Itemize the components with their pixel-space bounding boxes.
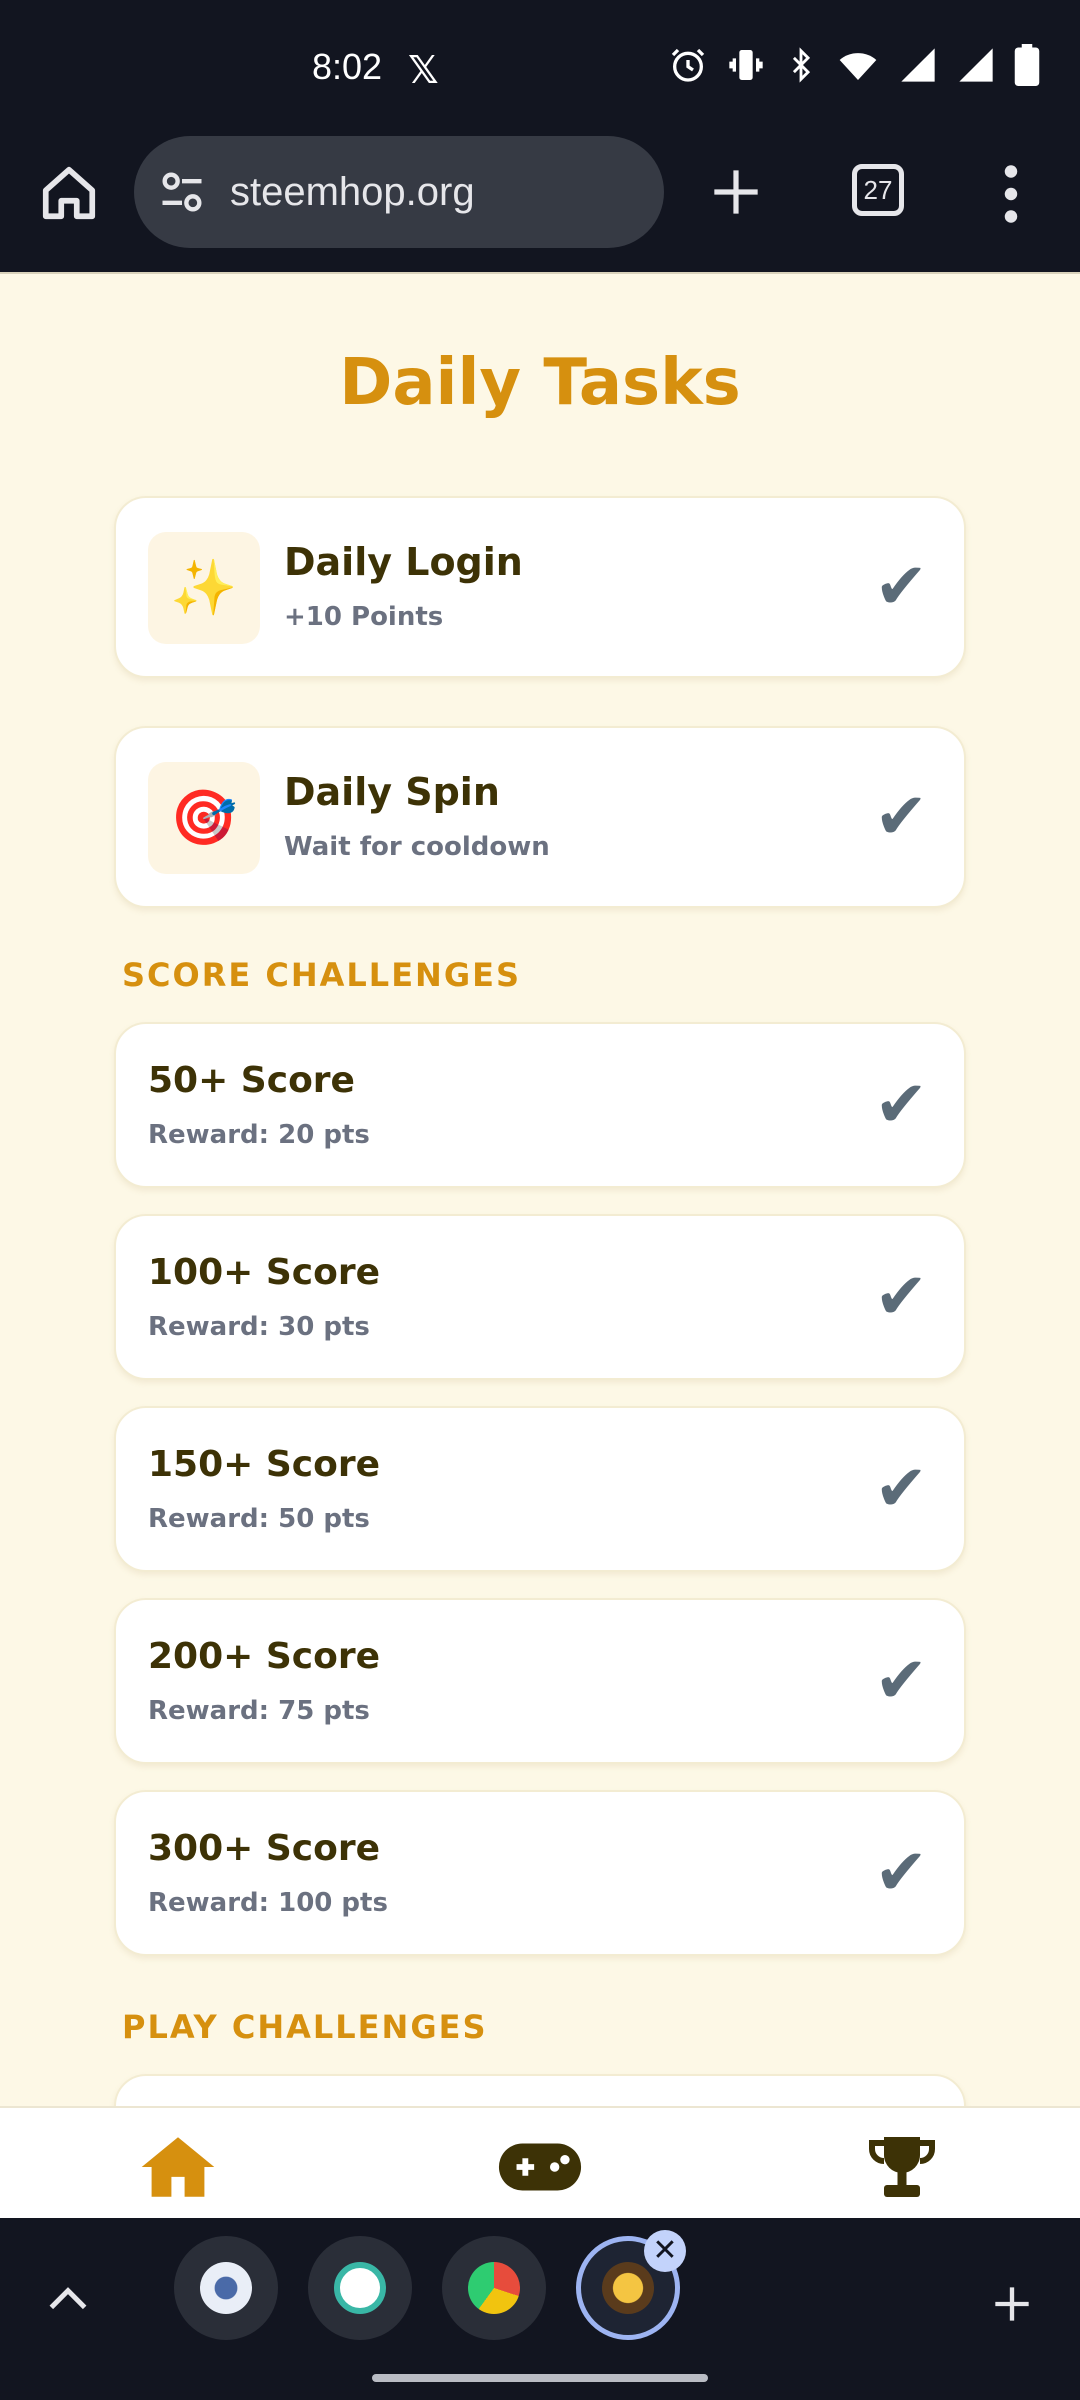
task-title: Daily Login [284,540,523,584]
play-challenges-heading: PLAY CHALLENGES [122,2008,488,2046]
alarm-icon [671,48,705,82]
challenge-reward: Reward: 100 pts [148,1888,388,1918]
url-text[interactable]: steemhop.org [230,170,475,215]
checkmark-icon: ✔ [874,550,928,624]
close-tab-icon[interactable]: ✕ [644,2230,686,2272]
checkmark-icon: ✔ [874,780,928,854]
tab-thumbnail[interactable] [442,2236,546,2340]
signal-icon [959,48,993,82]
checkmark-icon: ✔ [874,1452,928,1526]
score-challenge-card[interactable]: 150+ Score Reward: 50 pts ✔ [114,1406,966,1572]
wifi-icon [839,53,877,80]
home-icon[interactable] [138,2134,218,2200]
challenge-title: 150+ Score [148,1444,381,1485]
site-settings-icon[interactable] [156,166,208,218]
challenge-title: 200+ Score [148,1636,381,1677]
signal-icon [901,48,935,82]
tab-favicon [602,2262,654,2314]
score-challenges-heading: SCORE CHALLENGES [122,956,521,994]
battery-icon [1014,44,1040,86]
tab-switcher-button[interactable]: 27 [852,164,904,216]
home-icon[interactable] [38,162,100,224]
trophy-icon[interactable] [862,2134,942,2200]
task-subtitle: Wait for cooldown [284,832,550,862]
vibrate-icon [729,50,763,80]
tab-favicon [334,2262,386,2314]
chevron-up-icon[interactable] [48,2284,88,2314]
tab-thumbnail[interactable] [174,2236,278,2340]
url-bar[interactable]: steemhop.org [134,136,664,248]
page-title: Daily Tasks [339,346,741,420]
bottom-nav [0,2106,1080,2218]
bluetooth-icon [792,47,811,83]
status-icons [668,44,1040,86]
add-tab-icon[interactable] [992,2284,1032,2324]
challenge-reward: Reward: 20 pts [148,1120,370,1150]
checkmark-icon: ✔ [874,1836,928,1910]
daily-login-card[interactable]: ✨ Daily Login +10 Points ✔ [114,496,966,678]
score-challenge-card[interactable]: 300+ Score Reward: 100 pts ✔ [114,1790,966,1956]
challenge-title: 100+ Score [148,1252,381,1293]
checkmark-icon: ✔ [874,1644,928,1718]
challenge-title: 300+ Score [148,1828,381,1869]
daily-spin-card[interactable]: 🎯 Daily Spin Wait for cooldown ✔ [114,726,966,908]
tab-favicon [200,2262,252,2314]
tab-favicon [468,2262,520,2314]
target-icon: 🎯 [148,762,260,874]
tab-thumbnail[interactable] [308,2236,412,2340]
score-challenge-card[interactable]: 200+ Score Reward: 75 pts ✔ [114,1598,966,1764]
status-bar: 8:02 𝕏 [0,0,1080,136]
status-time: 8:02 [312,46,383,87]
score-challenge-card[interactable]: 100+ Score Reward: 30 pts ✔ [114,1214,966,1380]
checkmark-icon: ✔ [874,1260,928,1334]
task-subtitle: +10 Points [284,602,444,632]
sparkles-icon: ✨ [148,532,260,644]
page-content: Daily Tasks ✨ Daily Login +10 Points ✔ 🎯… [0,272,1080,2106]
score-challenge-card[interactable]: 50+ Score Reward: 20 pts ✔ [114,1022,966,1188]
checkmark-icon: ✔ [874,1068,928,1142]
challenge-reward: Reward: 50 pts [148,1504,370,1534]
challenge-title: 50+ Score [148,1060,355,1101]
x-app-icon: 𝕏 [408,48,439,92]
task-title: Daily Spin [284,770,500,814]
new-tab-plus-icon[interactable] [710,166,762,218]
gesture-bar [372,2374,708,2382]
more-menu-icon[interactable] [996,164,1026,224]
browser-toolbar: steemhop.org 27 [0,136,1080,272]
challenge-reward: Reward: 30 pts [148,1312,370,1342]
challenge-reward: Reward: 75 pts [148,1696,370,1726]
browser-tab-strip: ✕ [0,2218,1080,2400]
play-challenge-card[interactable] [114,2074,966,2106]
gamepad-icon[interactable] [496,2134,584,2200]
